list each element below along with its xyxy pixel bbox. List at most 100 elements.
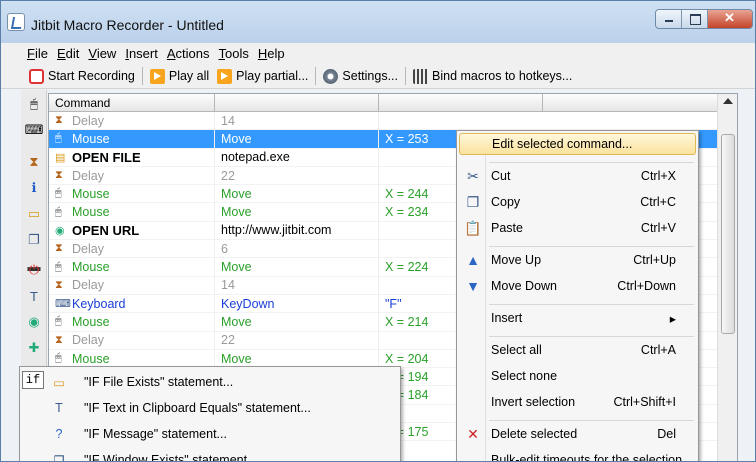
toolbar: Start Recording Play all Play partial...… [1,64,755,89]
menu-tools[interactable]: Tools [219,43,254,64]
context-menu-item[interactable]: ❐ Copy Ctrl+C [459,191,696,213]
minimize-button[interactable] [656,10,682,28]
insert-text-icon[interactable]: T [24,286,44,306]
play-partial-label: Play partial... [236,69,309,83]
start-recording-button[interactable]: Start Recording [25,66,139,86]
scroll-thumb[interactable] [721,134,735,334]
insert-keyboard-icon[interactable]: ⌨ [24,120,44,140]
scissors-icon: ✂ [467,167,479,184]
folder-icon: ▤ [55,151,66,164]
hourglass-icon: ⧗ [55,114,63,127]
paste-icon: 📋 [464,219,482,236]
cell-value: Move [215,130,379,148]
if-submenu-item[interactable]: ? "IF Message" statement... [24,421,398,447]
command-name: Mouse [72,314,110,329]
cell-command: ⧗ Delay [49,276,215,294]
mouse-icon: 🖱 [55,205,62,218]
command-name: Mouse [72,351,110,366]
cell-value: Move [215,349,379,368]
close-button[interactable] [708,10,752,28]
column-value[interactable] [215,94,379,111]
menu-view[interactable]: View [88,43,121,64]
menu-bar: File Edit View Insert Actions Tools Help [1,43,755,64]
play-partial-button[interactable]: Play partial... [213,66,312,86]
context-menu-item[interactable]: Select all Ctrl+A [459,339,696,361]
insert-url-icon[interactable]: ◉ [24,312,44,332]
mouse-icon: 🖱 [55,315,62,328]
hourglass-icon: ⧗ [55,333,63,346]
play-partial-icon [217,68,233,84]
start-recording-label: Start Recording [48,69,135,83]
vertical-scrollbar[interactable] [717,94,737,461]
menu-item-label: Insert [491,311,523,325]
context-menu-item[interactable]: ✂ Cut Ctrl+X [459,165,696,187]
bind-hotkeys-label: Bind macros to hotkeys... [432,69,573,83]
if-submenu-item[interactable]: ▭ "IF File Exists" statement... [24,369,398,395]
copy-icon: ❐ [466,193,480,210]
context-menu-item[interactable]: 📋 Paste Ctrl+V [459,217,696,239]
insert-stop-icon[interactable]: ⏻ [24,260,44,280]
command-name: Mouse [72,205,110,220]
menu-item-shortcut: Del [657,427,676,441]
insert-openfile-icon[interactable]: ▭ [24,204,44,224]
menu-actions[interactable]: Actions [167,43,215,64]
maximize-button[interactable] [682,10,708,28]
context-menu-item[interactable]: Invert selection Ctrl+Shift+I [459,391,696,413]
gear-icon [323,68,339,84]
menu-separator [489,162,694,163]
cell-value: Move [215,203,379,221]
bind-hotkeys-button[interactable]: Bind macros to hotkeys... [409,66,576,86]
window-title: Jitbit Macro Recorder - Untitled [31,17,224,33]
context-menu-item[interactable]: ▼ Move Down Ctrl+Down [459,275,696,297]
context-menu-item[interactable]: Edit selected command... [459,133,696,155]
menu-item-label: Copy [491,195,521,209]
context-menu: Edit selected command... ✂ Cut Ctrl+X ❐ Copy C… [456,130,699,462]
context-menu-item[interactable]: ▲ Move Up Ctrl+Up [459,249,696,271]
context-menu-item[interactable]: ✕ Delete selected Del [459,423,696,445]
play-all-button[interactable]: Play all [146,66,213,86]
clipboard-text-icon: T [55,401,63,415]
menu-file[interactable]: File [27,43,53,64]
cell-value: 6 [215,240,379,258]
menu-help[interactable]: Help [258,43,290,64]
command-name: Mouse [72,131,110,146]
context-menu-item[interactable]: Insert ▸ [459,307,696,329]
insert-message-icon[interactable]: ℹ [24,178,44,198]
menu-item-shortcut: Ctrl+A [640,343,676,357]
menu-insert[interactable]: Insert [125,43,163,64]
menu-item-shortcut: Ctrl+Down [617,279,676,293]
if-submenu-item[interactable]: ❐ "IF Window Exists" statement... [24,447,398,461]
cell-extra [379,112,543,129]
command-name: Mouse [72,260,110,275]
hourglass-icon: ⧗ [55,278,63,291]
mouse-icon: 🖱 [55,132,62,145]
cell-value: 22 [215,166,379,185]
scroll-up-icon[interactable] [723,98,733,104]
cell-command: 🖱 Mouse [49,313,215,331]
mouse-icon: 🖱 [55,187,62,200]
table-row[interactable]: ⧗ Delay 14 [49,112,717,131]
insert-delay-icon[interactable]: ⧗ [24,152,44,172]
insert-web-icon[interactable]: ✚ [24,338,44,358]
column-command[interactable]: Command [49,94,215,111]
cell-command: 🖱 Mouse [49,130,215,148]
context-menu-item[interactable]: Bulk-edit timeouts for the selection [459,449,696,462]
play-icon [149,68,165,84]
menu-item-label: Invert selection [491,395,576,409]
column-extra[interactable] [379,94,543,111]
cell-command: ◉ OPEN URL [49,221,215,240]
file-exists-icon: ▭ [53,375,65,390]
context-menu-item[interactable]: Select none [459,365,696,387]
if-submenu-item[interactable]: T "IF Text in Clipboard Equals" statement… [24,395,398,421]
title-bar[interactable]: Jitbit Macro Recorder - Untitled [1,1,755,47]
insert-window-icon[interactable]: ❐ [24,230,44,250]
settings-button[interactable]: Settings... [319,66,402,86]
submenu-item-label: "IF Message" statement... [84,427,227,441]
menu-item-shortcut: Ctrl+V [640,221,676,235]
menu-edit[interactable]: Edit [57,43,84,64]
insert-mouse-icon[interactable]: 🖱 [24,94,44,114]
command-name: Delay [72,113,104,128]
menu-separator [489,246,694,247]
command-name: Delay [72,241,104,256]
menu-item-label: Bulk-edit timeouts for the selection [491,453,683,462]
